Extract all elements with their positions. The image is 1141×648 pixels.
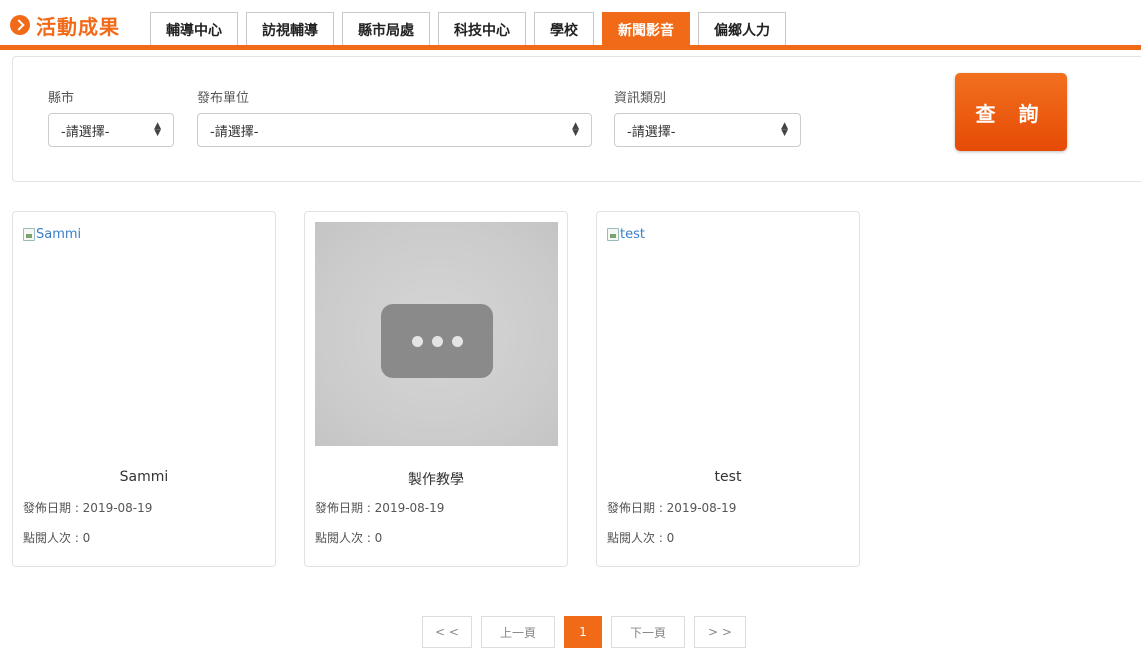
county-filter: 縣市 -請選擇- ▲ ▼	[48, 87, 174, 147]
tab-counseling-center[interactable]: 輔導中心	[150, 12, 238, 46]
pagination: < < 上一頁 1 下一頁 > >	[422, 616, 755, 648]
county-label: 縣市	[48, 91, 75, 106]
unit-filter: 發布單位 -請選擇- ▲ ▼	[197, 87, 592, 147]
category-select-value: -請選擇-	[627, 124, 676, 140]
video-placeholder-icon	[381, 304, 493, 378]
first-page-button[interactable]: < <	[422, 616, 472, 648]
tab-visit-counseling[interactable]: 訪視輔導	[246, 12, 334, 46]
video-thumbnail[interactable]	[315, 222, 558, 446]
page-title: 活動成果	[36, 14, 120, 39]
broken-image-icon	[607, 228, 619, 241]
broken-image-icon	[23, 228, 35, 241]
card-image[interactable]: Sammi	[23, 227, 81, 242]
unit-select[interactable]: -請選擇- ▲ ▼	[197, 113, 592, 147]
card-views: 點閱人次 : 0	[315, 531, 383, 545]
media-card[interactable]: 製作教學 發佈日期 : 2019-08-19 點閱人次 : 0	[304, 211, 568, 567]
header-divider	[0, 45, 1141, 50]
page-1-button[interactable]: 1	[564, 616, 602, 648]
tab-school[interactable]: 學校	[534, 12, 594, 46]
card-date: 發佈日期 : 2019-08-19	[607, 501, 737, 515]
select-arrows-icon: ▲ ▼	[154, 121, 161, 138]
top-bar: 活動成果 輔導中心 訪視輔導 縣市局處 科技中心 學校 新聞影音 偏鄉人力	[0, 0, 1141, 52]
county-select-value: -請選擇-	[61, 124, 110, 140]
card-date: 發佈日期 : 2019-08-19	[315, 501, 445, 515]
media-card[interactable]: test test 發佈日期 : 2019-08-19 點閱人次 : 0	[596, 211, 860, 567]
section-header: 活動成果	[10, 10, 120, 40]
card-views: 點閱人次 : 0	[23, 531, 91, 545]
category-tabs: 輔導中心 訪視輔導 縣市局處 科技中心 學校 新聞影音 偏鄉人力	[150, 12, 794, 46]
county-select[interactable]: -請選擇- ▲ ▼	[48, 113, 174, 147]
media-card[interactable]: Sammi Sammi 發佈日期 : 2019-08-19 點閱人次 : 0	[12, 211, 276, 567]
chevron-circle-right-icon	[10, 15, 30, 35]
card-image-alt: Sammi	[36, 227, 82, 242]
category-select[interactable]: -請選擇- ▲ ▼	[614, 113, 801, 147]
category-filter: 資訊類別 -請選擇- ▲ ▼	[614, 87, 801, 147]
select-arrows-icon: ▲ ▼	[572, 121, 579, 138]
last-page-button[interactable]: > >	[694, 616, 746, 648]
card-title[interactable]: Sammi	[13, 469, 275, 485]
tab-tech-center[interactable]: 科技中心	[438, 12, 526, 46]
tab-news-media[interactable]: 新聞影音	[602, 12, 690, 46]
next-page-button[interactable]: 下一頁	[611, 616, 685, 648]
card-date: 發佈日期 : 2019-08-19	[23, 501, 153, 515]
filter-panel: 縣市 -請選擇- ▲ ▼ 發布單位 -請選擇- ▲ ▼ 資訊類別 -請選擇- ▲ ▼ …	[12, 56, 1141, 182]
unit-select-value: -請選擇-	[210, 124, 259, 140]
query-button[interactable]: 查 詢	[955, 73, 1067, 151]
prev-page-button[interactable]: 上一頁	[481, 616, 555, 648]
card-image[interactable]: test	[607, 227, 645, 242]
card-title[interactable]: test	[597, 469, 859, 485]
category-label: 資訊類別	[614, 91, 667, 106]
tab-rural-manpower[interactable]: 偏鄉人力	[698, 12, 786, 46]
card-image-alt: test	[620, 227, 645, 242]
select-arrows-icon: ▲ ▼	[781, 121, 788, 138]
unit-label: 發布單位	[197, 91, 250, 106]
card-views: 點閱人次 : 0	[607, 531, 675, 545]
tab-county-bureau[interactable]: 縣市局處	[342, 12, 430, 46]
card-title[interactable]: 製作教學	[305, 469, 567, 489]
